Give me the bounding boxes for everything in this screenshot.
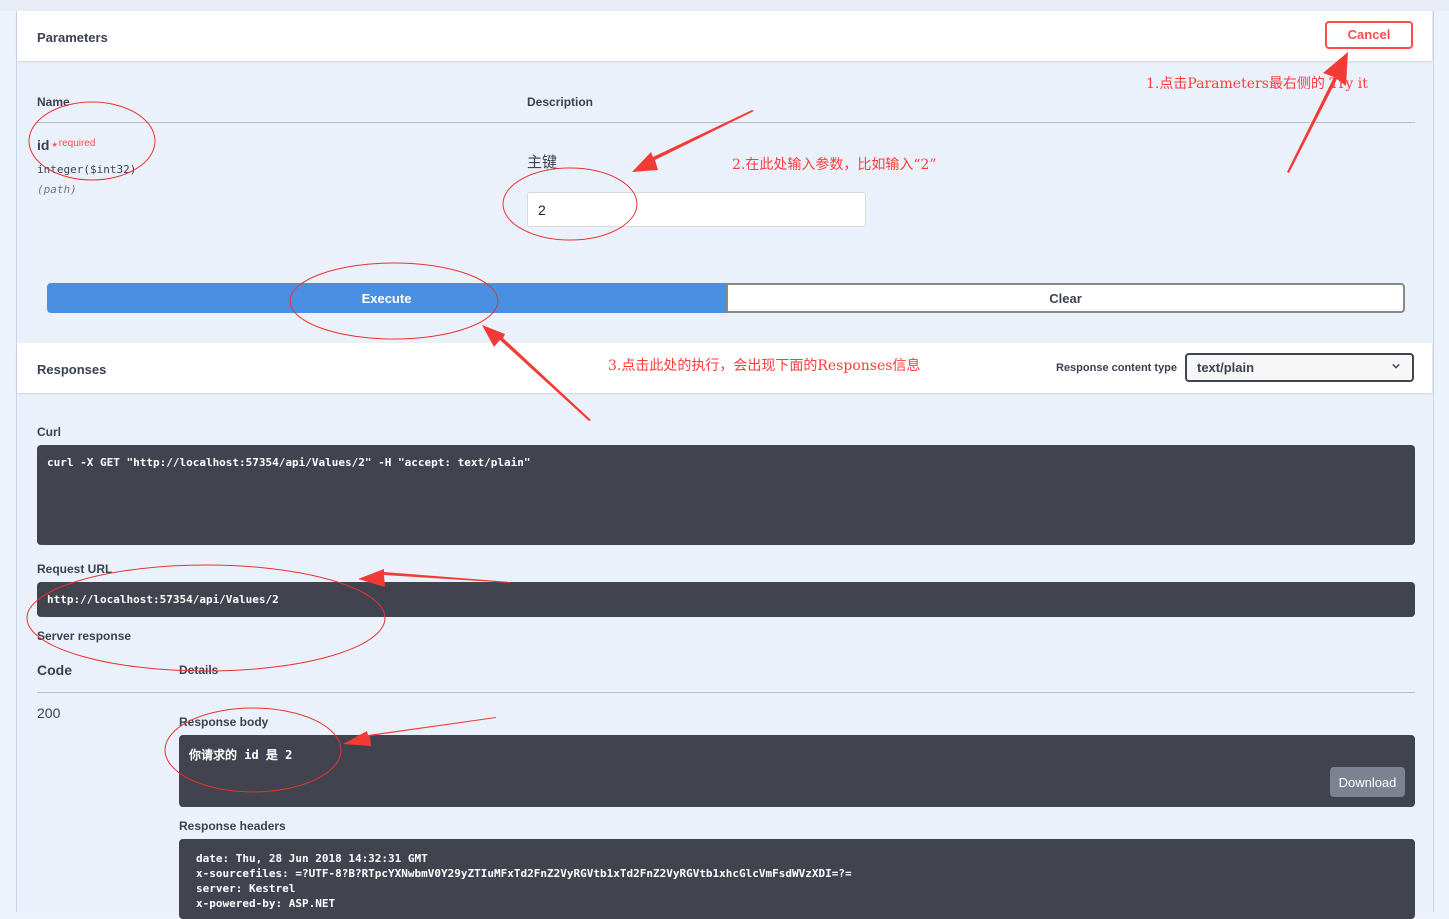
column-header-name: Name: [37, 95, 70, 109]
server-response-label: Server response: [37, 629, 132, 643]
param-description: 主键: [527, 154, 558, 171]
column-header-description: Description: [527, 95, 594, 109]
code-column-header: Code: [37, 662, 72, 678]
response-header-line: x-sourcefiles: =?UTF-8?B?RTpcYXNwbmV0Y29…: [196, 867, 852, 880]
param-name: id: [37, 137, 50, 153]
response-header-line: server: Kestrel: [196, 882, 296, 895]
response-headers-block[interactable]: date: Thu, 28 Jun 2018 14:32:31 GMT x-so…: [179, 839, 1415, 919]
execute-button[interactable]: Execute: [47, 283, 726, 313]
param-id-input[interactable]: [527, 192, 866, 227]
param-name-cell: id * required: [37, 137, 95, 153]
parameters-header: Parameters: [17, 11, 1432, 61]
download-button[interactable]: Download: [1330, 767, 1405, 797]
chevron-down-icon: [1392, 363, 1400, 369]
required-star: *: [52, 141, 57, 153]
request-url-block[interactable]: http://localhost:57354/api/Values/2: [37, 582, 1415, 617]
curl-label: Curl: [37, 425, 61, 439]
response-header-line: x-powered-by: ASP.NET: [196, 897, 336, 910]
request-url: http://localhost:57354/api/Values/2: [47, 593, 279, 606]
curl-command: curl -X GET "http://localhost:57354/api/…: [47, 456, 531, 469]
annotation-step-1: 1.点击Parameters最右侧的 Try it: [1146, 76, 1368, 92]
response-content-type-select[interactable]: text/plain: [1185, 353, 1414, 382]
top-strip: [0, 0, 1449, 11]
response-body-block[interactable]: 你请求的 id 是 2: [179, 735, 1415, 807]
annotation-step-2: 2.在此处输入参数，比如输入“2”: [732, 157, 937, 173]
parameters-title: Parameters: [37, 30, 108, 45]
responses-title: Responses: [37, 362, 107, 377]
response-body: 你请求的 id 是 2: [189, 748, 293, 762]
response-content-type-label: Response content type: [1056, 362, 1178, 374]
cancel-button[interactable]: Cancel: [1325, 21, 1413, 49]
param-location: (path): [37, 183, 77, 196]
response-body-label: Response body: [179, 715, 269, 729]
param-type: integer($int32): [37, 163, 137, 176]
response-headers-label: Response headers: [179, 819, 286, 833]
curl-command-block[interactable]: curl -X GET "http://localhost:57354/api/…: [37, 445, 1415, 545]
table-divider: [37, 122, 1415, 123]
details-column-header: Details: [179, 663, 219, 677]
clear-button[interactable]: Clear: [726, 283, 1405, 313]
response-header-line: date: Thu, 28 Jun 2018 14:32:31 GMT: [196, 852, 428, 865]
response-table-divider: [37, 692, 1415, 693]
response-status-code: 200: [37, 705, 61, 721]
request-url-label: Request URL: [37, 562, 113, 576]
response-content-type-value: text/plain: [1197, 360, 1255, 375]
annotation-step-3: 3.点击此处的执行，会出现下面的Responses信息: [608, 358, 921, 374]
required-label: required: [58, 138, 96, 149]
